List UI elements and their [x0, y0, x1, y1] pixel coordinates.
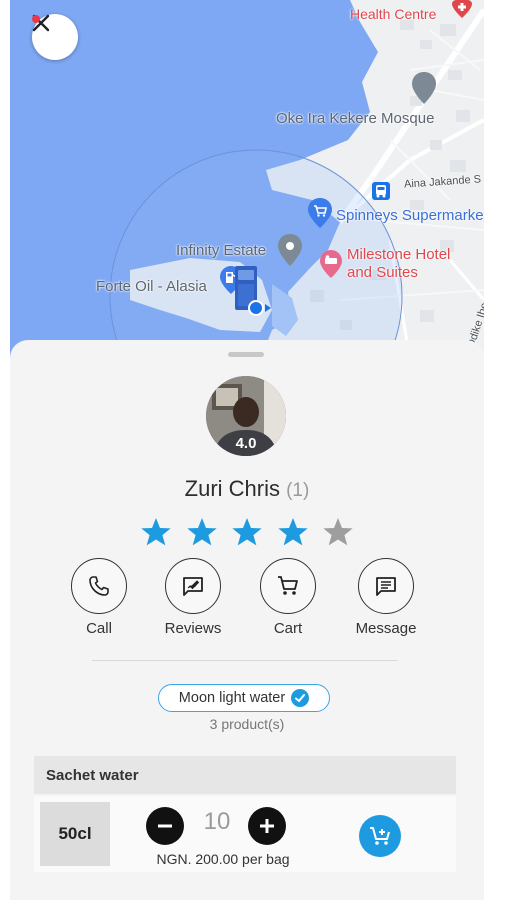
current-location-dot-icon: [248, 300, 271, 316]
rating-stars: [140, 516, 354, 548]
sheet-drag-handle[interactable]: [228, 352, 264, 357]
call-label: Call: [86, 620, 112, 637]
cart-button-circle[interactable]: [260, 558, 316, 614]
call-button[interactable]: Call: [54, 558, 144, 637]
cart-label: Cart: [273, 620, 303, 637]
message-icon: [376, 577, 396, 596]
vendor-avatar: 4.0: [206, 376, 286, 456]
notification-dot: [32, 15, 40, 23]
message-button-circle[interactable]: [358, 558, 414, 614]
product-size: 50cl: [40, 802, 110, 866]
minus-icon: [158, 824, 172, 828]
map-label-hotel-line2: and Suites: [347, 264, 418, 281]
map-label-estate: Infinity Estate: [176, 242, 267, 259]
star-filled-icon: [277, 518, 308, 546]
quantity-value[interactable]: 10: [188, 808, 246, 836]
message-button[interactable]: Message: [341, 558, 431, 637]
reviews-button-circle[interactable]: [165, 558, 221, 614]
cart-icon: [278, 576, 298, 595]
phone-icon: [89, 576, 109, 596]
plus-icon: [260, 819, 274, 833]
cart-button[interactable]: Cart: [243, 558, 333, 637]
star-empty-icon: [323, 518, 353, 546]
map-label-supermarket: Spinneys Supermarke: [336, 207, 484, 224]
store-chip[interactable]: Moon light water: [158, 684, 330, 712]
store-name: Moon light water: [178, 690, 286, 706]
screen: Health Centre Oke Ira Kekere Mosque Aina…: [10, 0, 484, 900]
map-label-mosque: Oke Ira Kekere Mosque: [276, 110, 435, 127]
reviews-button[interactable]: Reviews: [148, 558, 238, 637]
divider: [92, 660, 398, 661]
map-view[interactable]: Health Centre Oke Ira Kekere Mosque Aina…: [10, 0, 484, 360]
mosque-pin-icon[interactable]: [412, 72, 436, 104]
bus-stop-icon[interactable]: [372, 182, 390, 200]
decrease-quantity-button[interactable]: [146, 807, 184, 845]
vendor-sheet: 4.0 Zuri Chris (1) Call Reviews Cart Mes…: [10, 340, 484, 900]
star-filled-icon: [141, 518, 171, 546]
verified-check-icon: [291, 689, 310, 707]
vendor-review-count: (1): [286, 480, 310, 501]
map-label-hotel-line1: Milestone Hotel: [347, 246, 451, 263]
product-count: 3 product(s): [209, 716, 285, 732]
star-filled-icon: [186, 518, 217, 546]
add-to-cart-button[interactable]: [359, 815, 401, 857]
hotel-pin-icon[interactable]: [320, 250, 342, 278]
section-title: Sachet water: [34, 756, 456, 794]
call-button-circle[interactable]: [71, 558, 127, 614]
vendor-name-row: Zuri Chris (1): [10, 476, 484, 502]
product-item: 50cl 10 NGN. 200.00 per bag: [34, 796, 456, 872]
health-pin-icon[interactable]: [452, 0, 472, 18]
map-label-fuel: Forte Oil - Alasia: [96, 278, 207, 295]
unit-price: NGN. 200.00 per bag: [156, 851, 290, 867]
add-to-cart-icon: [370, 827, 390, 845]
map-label-health-centre: Health Centre: [350, 6, 437, 22]
reviews-icon: [183, 577, 203, 596]
shopping-pin-icon[interactable]: [308, 198, 332, 228]
reviews-label: Reviews: [164, 620, 222, 637]
message-label: Message: [355, 620, 417, 637]
star-filled-icon: [232, 518, 262, 546]
vendor-rating: 4.0: [235, 435, 257, 452]
location-pin-icon[interactable]: [278, 234, 302, 266]
increase-quantity-button[interactable]: [248, 807, 286, 845]
vendor-actions: Call Reviews Cart Message: [60, 558, 440, 638]
vendor-name: Zuri Chris: [184, 476, 280, 501]
